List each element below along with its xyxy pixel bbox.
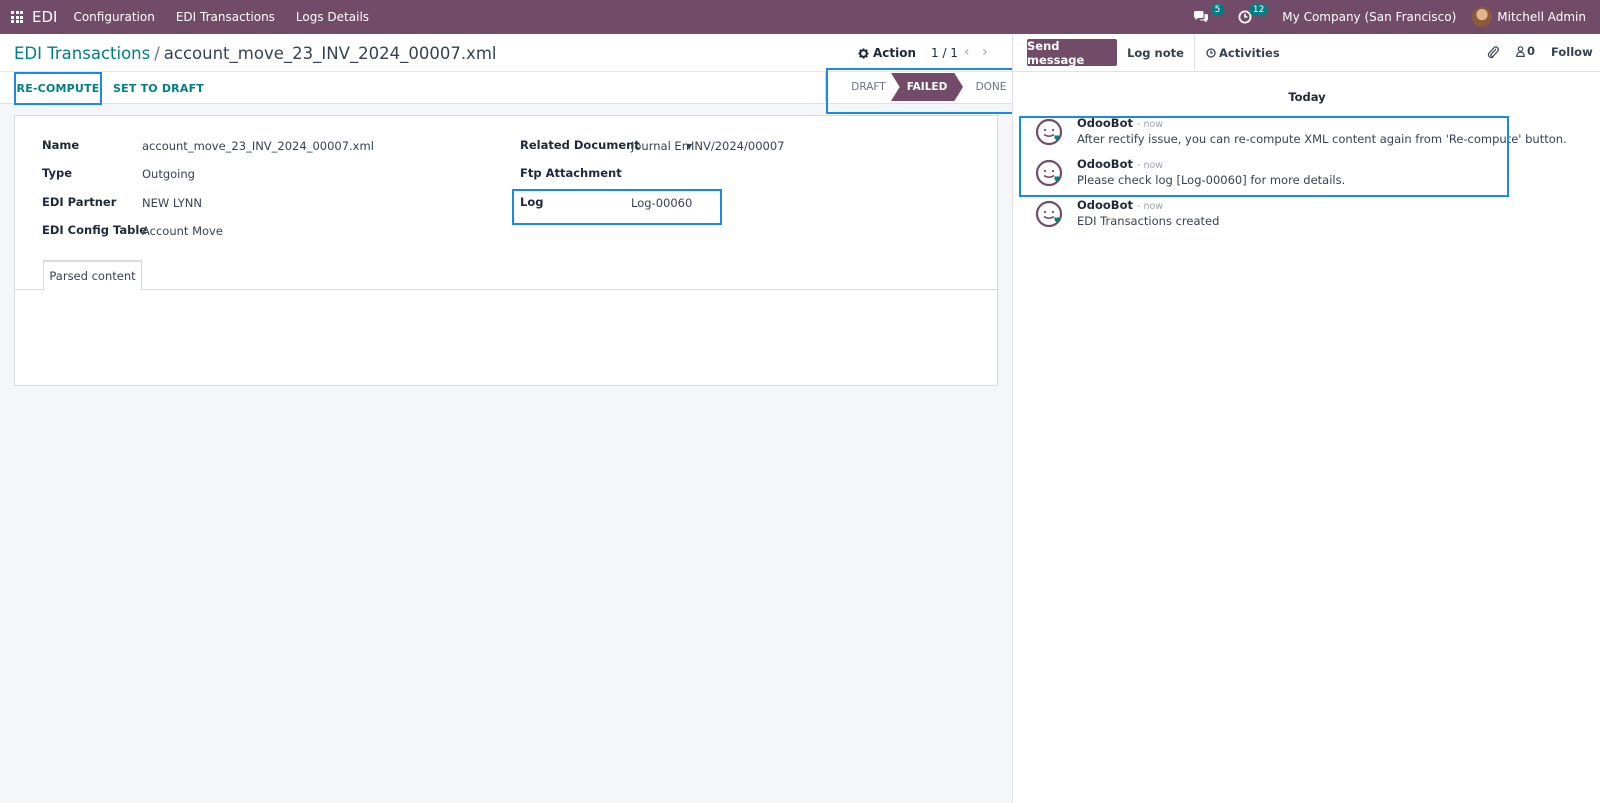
chatter-message: OdooBot - now Please check log [Log-0006… [1025, 155, 1545, 195]
breadcrumb-separator: / [154, 44, 160, 63]
chatter-message: OdooBot - now After rectify issue, you c… [1025, 114, 1567, 154]
message-date: - now [1137, 160, 1164, 171]
follow-button[interactable]: Follow [1551, 45, 1593, 59]
log-note-button[interactable]: Log note [1117, 34, 1195, 72]
message-author-name: OdooBot [1077, 116, 1133, 130]
breadcrumb-current: account_move_23_INV_2024_00007.xml [163, 44, 497, 63]
chatter-topbar: Send message Log note Activities 0 Follo… [1013, 34, 1600, 72]
messaging-button[interactable]: 5 [1190, 4, 1225, 28]
menu-configuration[interactable]: Configuration [73, 10, 154, 24]
followers-button[interactable]: 0 [1516, 44, 1535, 58]
apps-menu-icon[interactable] [0, 0, 34, 34]
breadcrumb-parent-link[interactable]: EDI Transactions [14, 44, 150, 63]
chatter-message: OdooBot - now EDI Transactions created [1025, 196, 1545, 236]
chatter-panel: Send message Log note Activities 0 Follo… [1012, 34, 1600, 803]
related-document-label: Related Document [520, 138, 640, 152]
tab-parsed-content[interactable]: Parsed content [43, 260, 142, 291]
name-label: Name [42, 138, 80, 152]
message-body: Please check log [Log-00060] for more de… [1077, 173, 1346, 187]
gear-icon [858, 47, 869, 59]
activities-button[interactable]: Activities [1206, 34, 1280, 72]
edi-config-table-label: EDI Config Table [42, 223, 148, 237]
paperclip-icon[interactable] [1487, 45, 1499, 59]
odoobot-avatar-icon [1035, 118, 1063, 146]
notebook-tabs: Parsed content [15, 260, 999, 291]
recompute-button[interactable]: RE-COMPUTE [14, 72, 102, 105]
message-author-name: OdooBot [1077, 157, 1133, 171]
edi-partner-field[interactable]: NEW LYNN [142, 196, 202, 210]
type-field[interactable]: Outgoing [142, 167, 195, 181]
edi-partner-label: EDI Partner [42, 195, 117, 209]
top-navbar: EDI Configuration EDI Transactions Logs … [0, 0, 1600, 34]
odoobot-avatar-icon [1035, 159, 1063, 187]
status-stage-done[interactable]: DONE [963, 73, 1019, 101]
menu-logs-details[interactable]: Logs Details [296, 10, 369, 24]
related-document-model-select[interactable]: Journal En▼ [631, 139, 692, 153]
message-author: OdooBot - now [1077, 157, 1163, 171]
app-brand[interactable]: EDI [32, 8, 57, 26]
menu-edi-transactions[interactable]: EDI Transactions [176, 10, 275, 24]
breadcrumb: EDI Transactions / account_move_23_INV_202… [14, 44, 497, 63]
messages-count-badge: 5 [1210, 4, 1225, 16]
activities-button[interactable]: 12 [1234, 4, 1269, 28]
type-label: Type [42, 166, 73, 180]
action-menu-label: Action [873, 46, 917, 60]
message-author: OdooBot - now [1077, 116, 1163, 130]
status-stage-failed[interactable]: FAILED [891, 73, 963, 101]
log-label: Log [520, 195, 544, 209]
pager-next-icon[interactable]: › [982, 44, 988, 60]
user-menu[interactable]: Mitchell Admin [1497, 10, 1586, 24]
activities-count-badge: 12 [1248, 4, 1269, 16]
status-stage-draft[interactable]: DRAFT [825, 73, 893, 101]
chat-bubbles-icon [1194, 11, 1209, 23]
edi-config-table-field[interactable]: Account Move [142, 224, 223, 238]
pager-value[interactable]: 1 / 1 [931, 46, 958, 60]
date-separator: Today [1288, 90, 1326, 104]
form-sheet: Name account_move_23_INV_2024_00007.xml … [14, 115, 999, 386]
action-menu-button[interactable]: Action [858, 46, 916, 60]
odoobot-avatar-icon [1035, 200, 1063, 228]
user-icon [1516, 45, 1525, 57]
message-author-name: OdooBot [1077, 198, 1133, 212]
ftp-attachment-label: Ftp Attachment [520, 166, 622, 180]
activities-label: Activities [1219, 46, 1280, 60]
control-panel: EDI Transactions / account_move_23_INV_202… [0, 34, 1012, 105]
user-avatar[interactable] [1472, 7, 1493, 27]
message-author: OdooBot - now [1077, 198, 1163, 212]
company-switcher[interactable]: My Company (San Francisco) [1282, 10, 1456, 24]
message-date: - now [1137, 119, 1164, 130]
message-body: EDI Transactions created [1077, 214, 1220, 228]
message-date: - now [1137, 201, 1164, 212]
message-body: After rectify issue, you can re-compute … [1077, 132, 1567, 146]
log-field[interactable]: Log-00060 [631, 196, 692, 210]
related-document-field[interactable]: INV/2024/00007 [691, 139, 784, 153]
followers-count: 0 [1527, 44, 1536, 58]
status-bar: DRAFT FAILED DONE [825, 73, 1019, 101]
set-to-draft-button[interactable]: SET TO DRAFT [113, 72, 204, 105]
related-document-model: Journal En [631, 139, 689, 153]
name-field[interactable]: account_move_23_INV_2024_00007.xml [142, 139, 374, 153]
send-message-button[interactable]: Send message [1027, 39, 1117, 67]
clock-icon [1206, 48, 1216, 58]
pager-previous-icon[interactable]: ‹ [964, 44, 970, 60]
